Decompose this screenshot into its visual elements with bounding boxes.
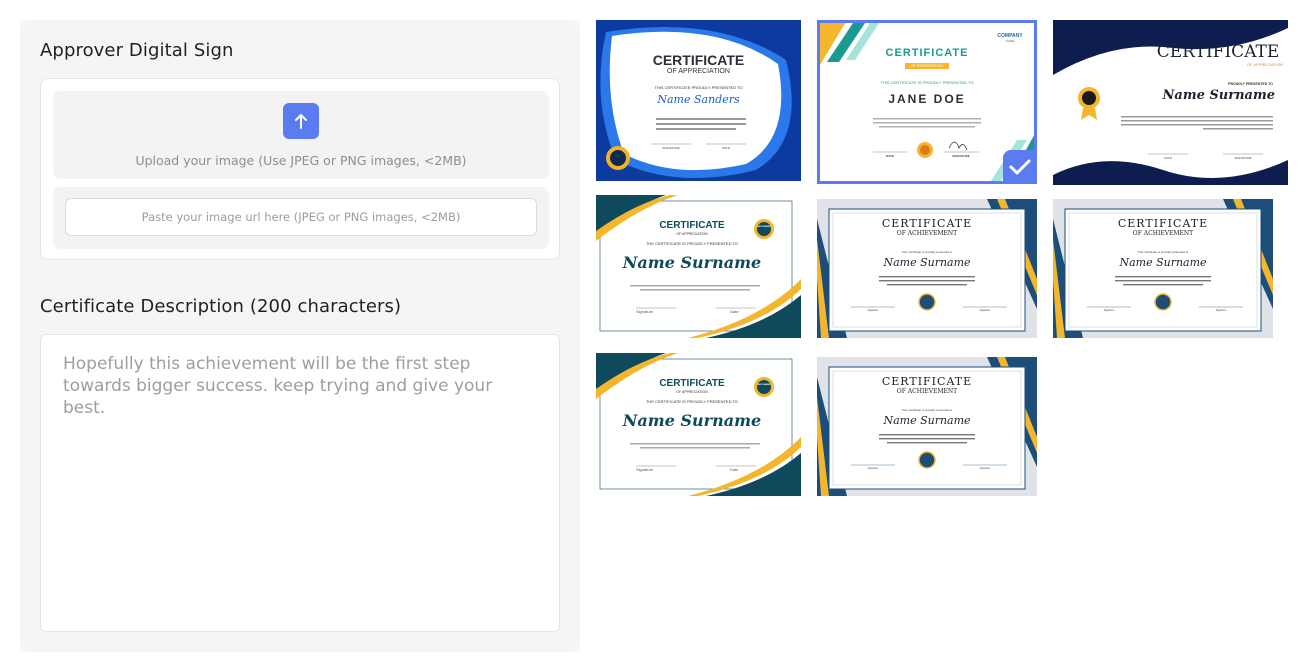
- t1-heading: CERTIFICATE: [652, 52, 745, 68]
- t2-sub: OF PARTICIPATION: [911, 64, 943, 68]
- t1-name: Name Sanders: [657, 93, 740, 106]
- t4-badge: BEST AWARD: [757, 226, 771, 228]
- t6-sign: Signature: [1103, 309, 1115, 312]
- certificate-template-5[interactable]: CERTIFICATE OF ACHIEVEMENT This certific…: [817, 199, 1037, 338]
- certificate-template-7[interactable]: CERTIFICATE OF APPRECIATION BEST AWARD T…: [596, 353, 801, 496]
- certificate-template-3[interactable]: CERTIFICATE OF APPRECIATION PROUDLY PRES…: [1053, 20, 1288, 185]
- t6-heading: CERTIFICATE: [1117, 217, 1209, 230]
- approver-sign-title: Approver Digital Sign: [40, 40, 234, 61]
- certificate-template-1[interactable]: CERTIFICATE OF APPRECIATION THIS CERTIFI…: [596, 20, 801, 181]
- signature-upload-box: Upload your image (Use JPEG or PNG image…: [40, 78, 560, 260]
- t3-sub: OF APPRECIATION: [1247, 62, 1283, 67]
- t4-sub: OF APPRECIATION: [676, 232, 708, 236]
- description-text: Hopefully this achievement will be the f…: [63, 354, 493, 418]
- t5-heading: CERTIFICATE: [881, 217, 973, 230]
- image-url-input[interactable]: [65, 198, 537, 236]
- t8-name: Name Surname: [883, 414, 971, 427]
- selected-indicator: [1003, 150, 1037, 184]
- upload-drop-zone[interactable]: Upload your image (Use JPEG or PNG image…: [53, 91, 549, 179]
- t5-name: Name Surname: [883, 256, 971, 269]
- upload-hint: Upload your image (Use JPEG or PNG image…: [135, 153, 467, 168]
- t1-date: DATE: [722, 146, 730, 150]
- t1-sub: OF APPRECIATION: [667, 68, 730, 75]
- t1-presented: THIS CERTIFICATE PROUDLY PRESENTED TO: [654, 85, 743, 90]
- t2-sign: SIGNATURE: [952, 154, 970, 158]
- t6-sign2: Signature: [1215, 309, 1227, 312]
- t2-date: DATE: [886, 154, 894, 158]
- description-title: Certificate Description (200 characters): [40, 296, 402, 317]
- t7-sign: Signature: [636, 467, 654, 472]
- t5-sub: OF ACHIEVEMENT: [896, 230, 958, 237]
- t8-sign2: Signature: [979, 467, 991, 470]
- checkmark-icon: [1009, 159, 1031, 175]
- t8-presented: This certificate is proudly presented to: [901, 408, 953, 412]
- t6-name: Name Surname: [1119, 256, 1207, 269]
- t2-presented: THIS CERTIFICATE IS PROUDLY PRESENTED TO: [880, 80, 974, 85]
- t6-sub: OF ACHIEVEMENT: [1132, 230, 1194, 237]
- t8-heading: CERTIFICATE: [881, 375, 973, 388]
- arrow-up-icon: [295, 114, 307, 129]
- t2-company-sub: NAME: [1005, 39, 1015, 43]
- certificate-template-2[interactable]: COMPANY NAME CERTIFICATE OF PARTICIPATIO…: [817, 20, 1037, 184]
- t4-name: Name Surname: [622, 253, 762, 272]
- t6-presented: This certificate is proudly presented to: [1137, 250, 1189, 254]
- url-field-wrap: [53, 187, 549, 249]
- t3-presented: PROUDLY PRESENTED TO: [1228, 82, 1273, 86]
- certificate-template-6[interactable]: CERTIFICATE OF ACHIEVEMENT This certific…: [1053, 199, 1273, 338]
- t8-sub: OF ACHIEVEMENT: [896, 388, 958, 395]
- t4-sign: Signature: [636, 309, 654, 314]
- t5-presented: This certificate is proudly presented to: [901, 250, 953, 254]
- t7-sub: OF APPRECIATION: [676, 390, 708, 394]
- t3-date: DATE: [1164, 156, 1172, 160]
- t7-presented: THE CERTIFICATE IS PROUDLY PRESENTED TO: [645, 399, 739, 404]
- certificate-template-4[interactable]: CERTIFICATE OF APPRECIATION BEST AWARD T…: [596, 195, 801, 338]
- t8-sign: Signature: [867, 467, 879, 470]
- t2-name: JANE DOE: [888, 92, 966, 106]
- t1-sign: SIGNATURE: [662, 146, 680, 150]
- t7-date: Date: [730, 467, 739, 472]
- upload-button[interactable]: [283, 103, 319, 139]
- left-panel: Approver Digital Sign Upload your image …: [20, 20, 580, 652]
- t5-sign: Signature: [867, 309, 879, 312]
- t2-heading: CERTIFICATE: [885, 47, 969, 59]
- certificate-template-8[interactable]: CERTIFICATE OF ACHIEVEMENT This certific…: [817, 357, 1037, 496]
- t5-sign2: Signature: [979, 309, 991, 312]
- description-textarea[interactable]: Hopefully this achievement will be the f…: [40, 334, 560, 632]
- t7-name: Name Surname: [622, 411, 762, 430]
- t3-heading: CERTIFICATE: [1156, 42, 1280, 62]
- t4-date: Date: [730, 309, 739, 314]
- t4-presented: THE CERTIFICATE IS PROUDLY PRESENTED TO: [645, 241, 739, 246]
- t3-sign: SIGNATURE: [1234, 156, 1252, 160]
- t3-name: Name Surname: [1162, 88, 1275, 103]
- t7-badge: BEST AWARD: [757, 384, 771, 386]
